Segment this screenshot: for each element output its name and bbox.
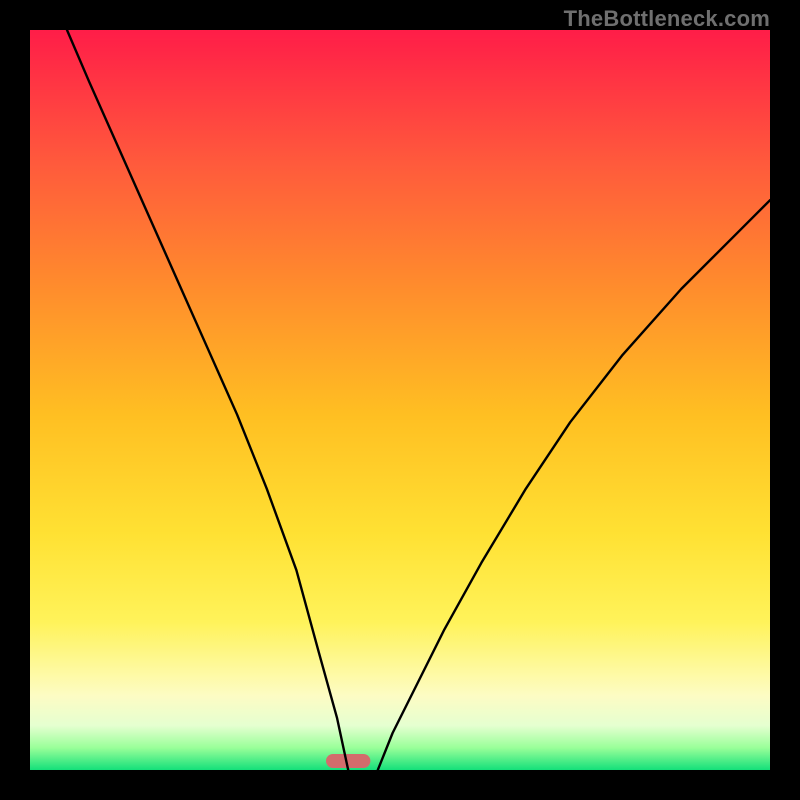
watermark-text: TheBottleneck.com	[564, 6, 770, 32]
curve-left-branch	[67, 30, 348, 770]
curve-layer	[30, 30, 770, 770]
curve-right-branch	[378, 200, 770, 770]
chart-frame	[30, 30, 770, 770]
